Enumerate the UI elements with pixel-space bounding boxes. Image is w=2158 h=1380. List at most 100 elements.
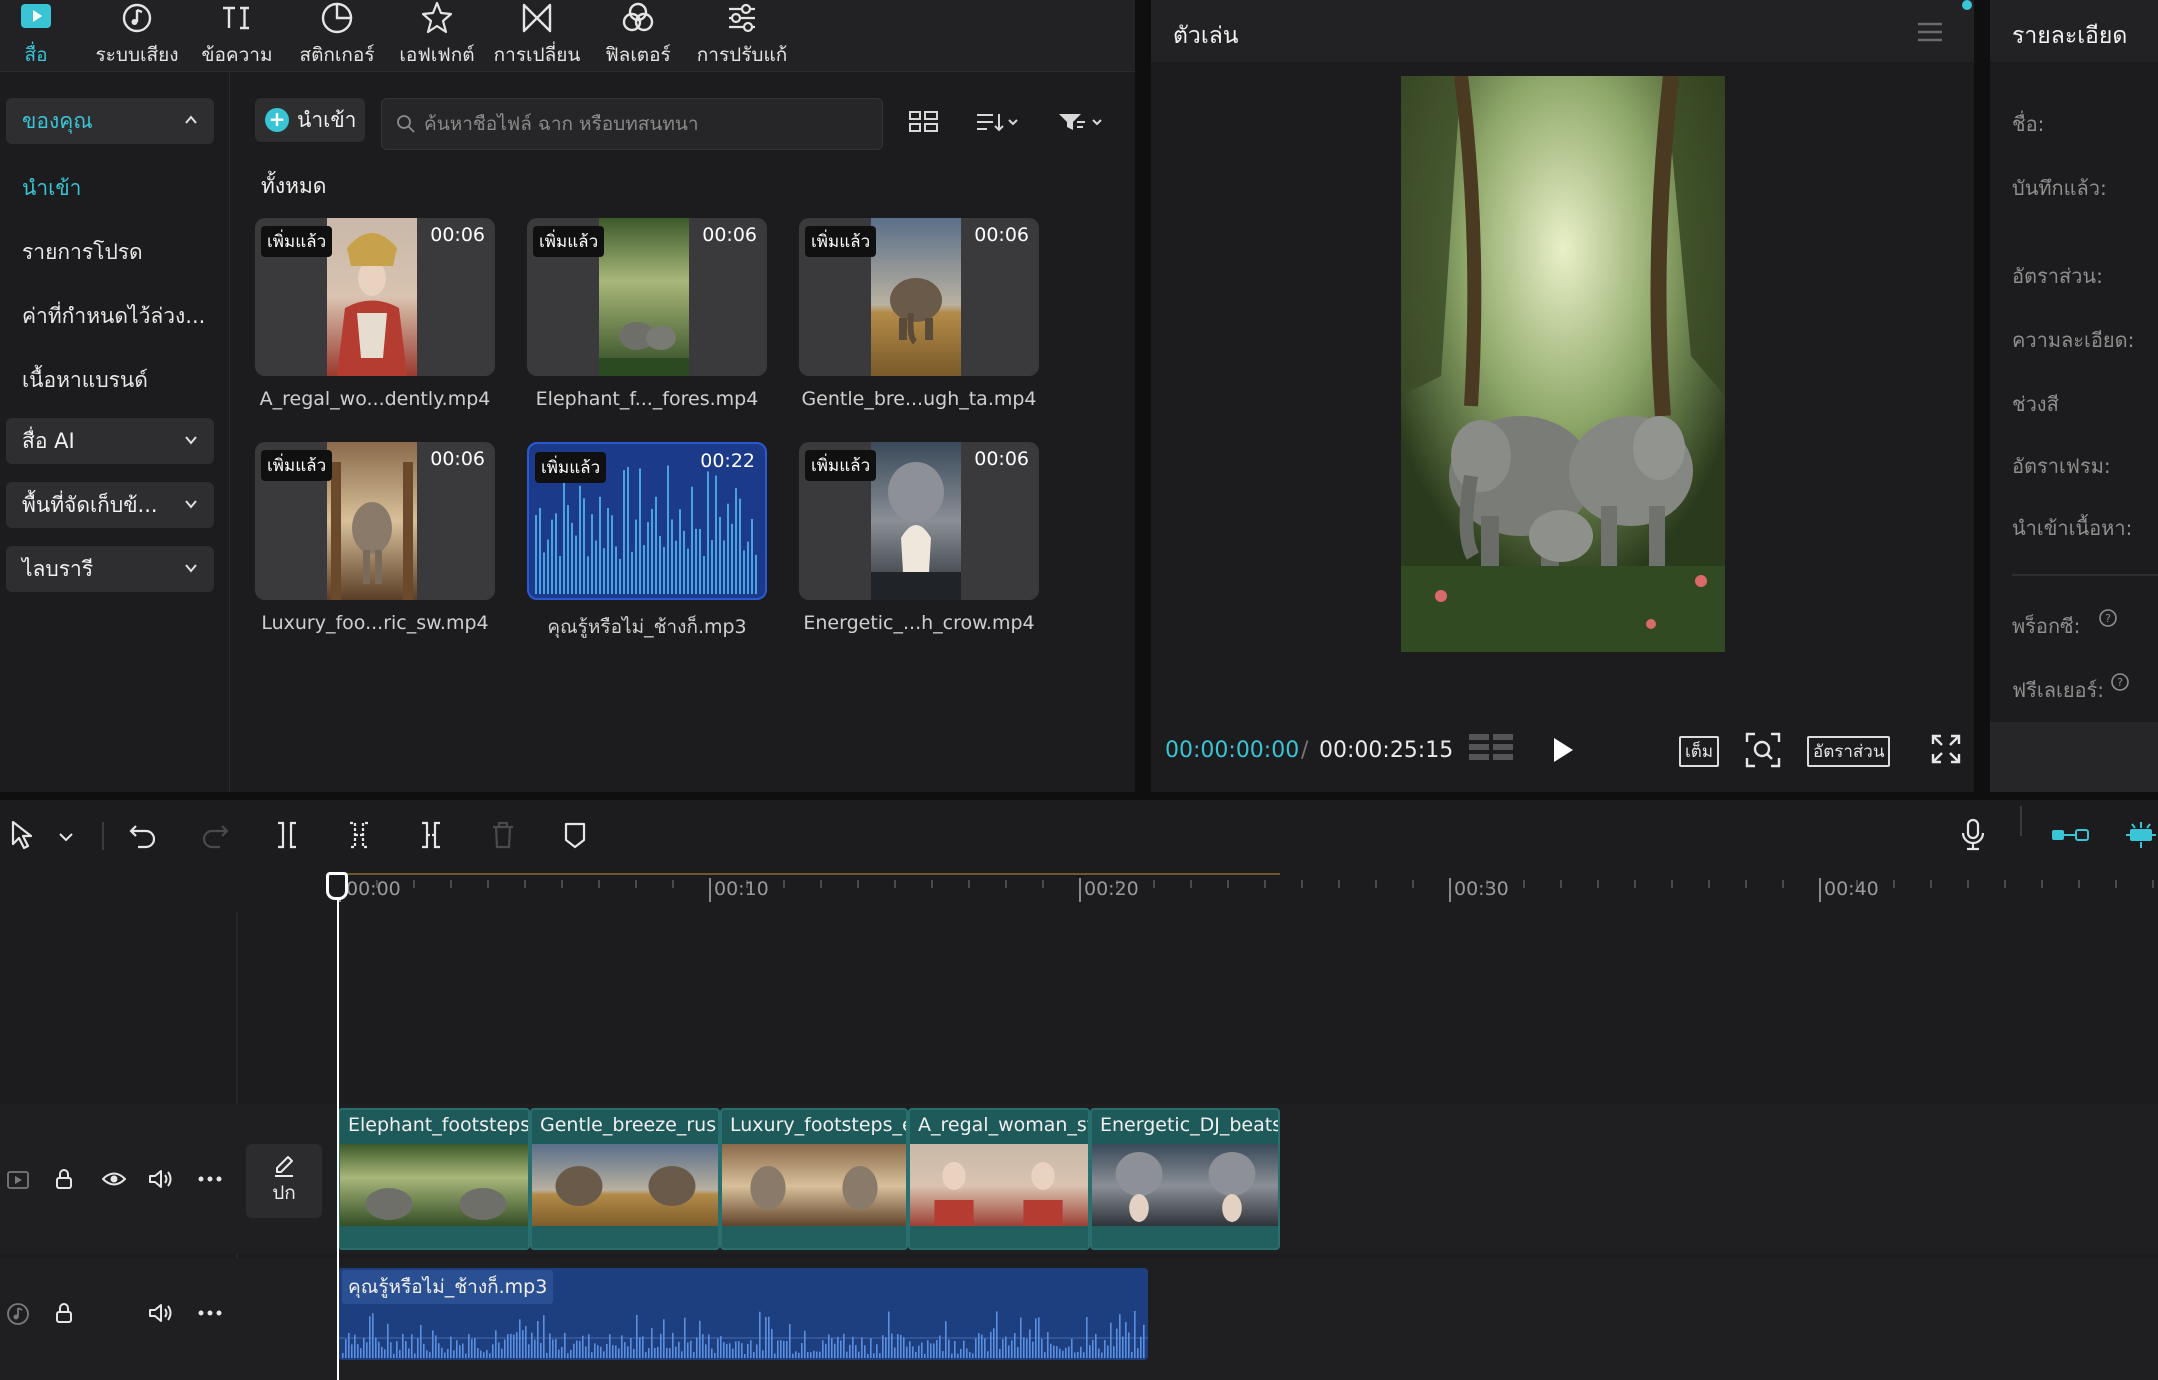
toolbar-divider — [2020, 806, 2022, 836]
detail-label: บันทึกแล้ว: — [2012, 176, 2107, 200]
sidebar-group-ai-media[interactable]: สื่อ AI — [6, 418, 214, 464]
sort-button[interactable] — [975, 106, 1021, 138]
volume-icon[interactable] — [148, 1302, 174, 1324]
clip-audio-strip — [1092, 1226, 1278, 1248]
sidebar-item-favorites[interactable]: รายการโปรด — [22, 236, 143, 269]
media-card[interactable]: เพิ่มแล้ว 00:06 Luxury_foo...ric_sw.mp4 — [255, 442, 495, 634]
media-sidebar: ของคุณ นำเข้า รายการโปรด ค่าที่กำหนดไว้ล… — [0, 72, 230, 792]
video-clip[interactable]: Energetic_DJ_beats — [1090, 1108, 1280, 1250]
clip-audio-strip — [340, 1226, 528, 1248]
tab-stickers[interactable]: สติกเกอร์ — [292, 0, 382, 72]
redo-icon[interactable] — [200, 820, 230, 850]
grid-view-button[interactable] — [909, 106, 939, 138]
more-icon[interactable] — [198, 1310, 222, 1316]
sidebar-group-label: ของคุณ — [22, 108, 93, 133]
lock-icon[interactable] — [54, 1168, 74, 1190]
import-button[interactable]: + นำเข้า — [255, 98, 365, 142]
player-header: ตัวเล่น — [1151, 0, 1974, 62]
aspect-ratio-button[interactable]: อัตราส่วน — [1807, 736, 1891, 767]
marker-icon[interactable] — [562, 820, 588, 850]
split-right-icon[interactable] — [418, 820, 444, 850]
effects-icon — [421, 1, 453, 34]
fullscreen-icon[interactable] — [1931, 734, 1961, 764]
lock-icon[interactable] — [54, 1302, 74, 1324]
section-title: ทั้งหมด — [261, 174, 327, 198]
timeline-grid-icon[interactable] — [1469, 732, 1515, 766]
cover-button[interactable]: ปก — [246, 1144, 322, 1218]
filter-button[interactable] — [1057, 106, 1105, 138]
zoom-fit-icon[interactable] — [1745, 732, 1781, 768]
microphone-icon[interactable] — [1960, 818, 1986, 852]
detail-label: ช่วงสี — [2012, 392, 2059, 416]
play-icon[interactable] — [1551, 736, 1575, 764]
divider — [2012, 574, 2158, 576]
media-card[interactable]: เพิ่มแล้ว 00:06 Gentle_bre...ugh_ta.mp4 — [799, 218, 1039, 410]
split-left-icon[interactable] — [346, 820, 372, 850]
delete-icon[interactable] — [490, 820, 516, 850]
clip-audio-strip — [910, 1226, 1088, 1248]
import-label: นำเข้า — [297, 107, 357, 132]
help-icon[interactable]: ? — [2098, 608, 2118, 628]
select-pointer-icon[interactable] — [10, 820, 36, 850]
clip-frames — [340, 1144, 528, 1228]
chevron-down-icon[interactable] — [58, 832, 74, 842]
total-time: 00:00:25:15 — [1319, 738, 1454, 763]
media-card-audio[interactable]: เพิ่มแล้ว 00:22 คุณรู้หรือไม่_ช้างก็.mp3 — [527, 442, 767, 642]
added-badge: เพิ่มแล้ว — [535, 452, 607, 483]
media-card[interactable]: เพิ่มแล้ว 00:06 Elephant_f..._fores.mp4 — [527, 218, 767, 410]
detail-label: พร็อกซี: — [2012, 614, 2081, 638]
ruler-ticks — [336, 873, 2154, 902]
undo-icon[interactable] — [128, 820, 158, 850]
more-icon[interactable] — [198, 1176, 222, 1182]
tab-text[interactable]: ข้อความ — [198, 0, 276, 72]
time-separator: / — [1301, 738, 1309, 763]
clip-frames — [1092, 1144, 1278, 1228]
media-filename: Elephant_f..._fores.mp4 — [535, 388, 759, 410]
detail-label: ฟรีเลเยอร์: — [2012, 678, 2105, 702]
search-box[interactable] — [381, 98, 883, 150]
audio-clip[interactable]: คุณรู้หรือไม่_ช้างก็.mp3 — [338, 1268, 1148, 1360]
tab-media[interactable]: สื่อ — [4, 0, 68, 72]
media-thumbnail: เพิ่มแล้ว 00:06 — [799, 218, 1039, 376]
media-library: + นำเข้า ทั้งหมด เพิ่มแล้ว 00:06 A_regal… — [231, 72, 1135, 792]
video-clip[interactable]: Gentle_breeze_rus — [530, 1108, 720, 1250]
sidebar-item-presets[interactable]: ค่าที่กำหนดไว้ล่วง... — [22, 300, 205, 333]
tab-audio[interactable]: ระบบเสียง — [92, 0, 182, 72]
tab-effects[interactable]: เอฟเฟกต์ — [392, 0, 482, 72]
sidebar-item-import[interactable]: นำเข้า — [22, 172, 81, 205]
snap-icon[interactable] — [2124, 820, 2158, 850]
video-clip[interactable]: Elephant_footsteps — [338, 1108, 530, 1250]
clip-audio-strip — [722, 1226, 906, 1248]
full-quality-button[interactable]: เต็ม — [1679, 736, 1720, 767]
volume-icon[interactable] — [148, 1168, 174, 1190]
sidebar-group-yours[interactable]: ของคุณ — [6, 98, 214, 144]
search-input[interactable] — [424, 113, 864, 135]
svg-text:?: ? — [2105, 612, 2111, 625]
video-clip[interactable]: Luxury_footsteps_e — [720, 1108, 908, 1250]
video-clip[interactable]: A_regal_woman_st — [908, 1108, 1090, 1250]
sidebar-group-library[interactable]: ไลบรารี — [6, 546, 214, 592]
video-track-icon — [7, 1171, 29, 1189]
link-clips-icon[interactable] — [2050, 824, 2090, 846]
media-card[interactable]: เพิ่มแล้ว 00:06 A_regal_wo...dently.mp4 — [255, 218, 495, 410]
timeline-panel: 00:00 00:10 00:20 00:30 00:40 ปก Elephan… — [0, 800, 2158, 1380]
tab-adjustment[interactable]: การปรับแก้ — [694, 0, 790, 72]
notification-dot — [1962, 0, 1972, 10]
timeline-ruler[interactable]: 00:00 00:10 00:20 00:30 00:40 — [336, 872, 2158, 912]
tab-transitions[interactable]: การเปลี่ยน — [492, 0, 582, 72]
svg-text:?: ? — [2117, 676, 2123, 689]
media-panel: สื่อ ระบบเสียง ข้อความ สติกเกอร์ เอฟเฟกต… — [0, 0, 1135, 792]
tab-filters[interactable]: ฟิลเตอร์ — [598, 0, 678, 72]
top-toolbar: สื่อ ระบบเสียง ข้อความ สติกเกอร์ เอฟเฟกต… — [0, 0, 1135, 72]
menu-icon[interactable] — [1916, 20, 1944, 44]
tab-label: การปรับแก้ — [696, 44, 788, 66]
clip-audio-strip — [532, 1226, 718, 1248]
eye-icon[interactable] — [102, 1170, 126, 1188]
split-icon[interactable] — [274, 820, 300, 850]
playhead-handle[interactable] — [326, 872, 348, 900]
help-icon[interactable]: ? — [2110, 672, 2130, 692]
playhead[interactable] — [337, 872, 339, 1380]
sidebar-group-storage[interactable]: พื้นที่จัดเก็บข้... — [6, 482, 214, 528]
sidebar-item-brand[interactable]: เนื้อหาแบรนด์ — [22, 364, 148, 397]
media-card[interactable]: เพิ่มแล้ว 00:06 Energetic_...h_crow.mp4 — [799, 442, 1039, 634]
